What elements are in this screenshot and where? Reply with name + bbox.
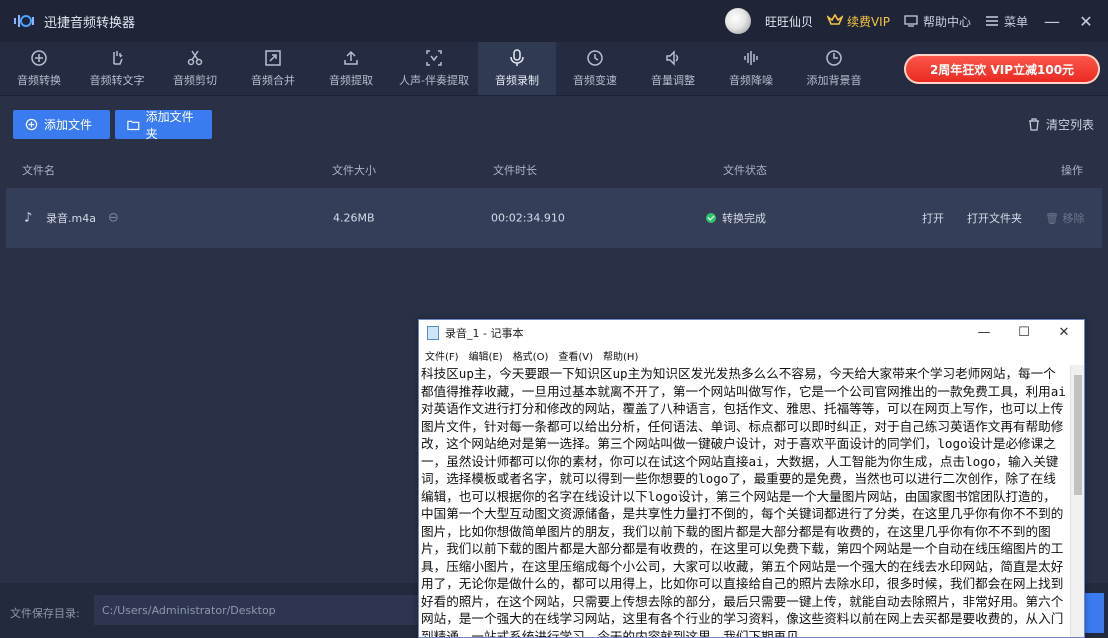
background-icon xyxy=(826,50,842,66)
add-file-button[interactable]: 添加文件 xyxy=(13,110,110,139)
notepad-close-icon[interactable]: ✕ xyxy=(1044,320,1084,346)
close-icon[interactable]: ✕ xyxy=(1076,12,1096,31)
notepad-window: 录音_1 - 记事本 — ☐ ✕ 文件(F) 编辑(E) 格式(O) 查看(V)… xyxy=(418,319,1085,638)
tool-noise-reduce[interactable]: 音频降噪 xyxy=(712,42,790,95)
notepad-minimize-icon[interactable]: — xyxy=(964,320,1004,346)
save-dir-input[interactable]: C:/Users/Administrator/Desktop xyxy=(94,595,424,625)
menu-button[interactable]: 菜单 xyxy=(985,13,1028,30)
app-title: 迅捷音频转换器 xyxy=(44,15,136,31)
header-duration: 文件时长 xyxy=(493,164,537,177)
vip-button[interactable]: 续费VIP xyxy=(826,13,890,30)
clock-icon xyxy=(587,50,603,66)
notepad-menu-view[interactable]: 查看(V) xyxy=(558,348,593,363)
title-bar: 迅捷音频转换器 旺旺仙贝 续费VIP 帮助中心 菜单 — ✕ xyxy=(0,0,1108,42)
tool-audio-speed[interactable]: 音频变速 xyxy=(556,42,634,95)
music-note-icon: ♪ xyxy=(24,210,33,226)
tool-audio-to-text[interactable]: 音频转文字 xyxy=(78,42,156,95)
trash-icon xyxy=(1028,118,1039,131)
menu-icon xyxy=(985,16,998,26)
notepad-menu-edit[interactable]: 编辑(E) xyxy=(469,348,503,363)
start-button[interactable] xyxy=(1084,593,1104,633)
help-label: 帮助中心 xyxy=(922,14,971,29)
notepad-text-area[interactable]: 科技区up主，今天要跟一下知识区up主为知识区发光发热多么么不容易，今天给大家带… xyxy=(419,365,1070,637)
hand-icon xyxy=(113,51,123,65)
notepad-maximize-icon[interactable]: ☐ xyxy=(1004,320,1044,346)
open-folder-button[interactable]: 打开文件夹 xyxy=(967,210,1022,226)
username[interactable]: 旺旺仙贝 xyxy=(765,13,813,30)
file-status: 转换完成 xyxy=(706,210,766,226)
tool-volume-adjust[interactable]: 音量调整 xyxy=(634,42,712,95)
file-duration: 00:02:34.910 xyxy=(491,211,565,225)
volume-icon xyxy=(666,50,679,66)
check-circle-icon xyxy=(706,213,716,223)
notepad-menu-file[interactable]: 文件(F) xyxy=(425,348,459,363)
notepad-title: 录音_1 - 记事本 xyxy=(445,327,524,340)
plus-circle-icon xyxy=(31,50,47,66)
feature-toolbar: 音频转换 音频转文字 音频剪切 音频合并 音频提取 人声-伴奏提取 音频录制 音… xyxy=(0,42,1108,96)
menu-label: 菜单 xyxy=(1003,14,1028,29)
save-dir-label: 文件保存目录: xyxy=(10,607,80,620)
minimize-icon[interactable]: — xyxy=(1042,12,1062,31)
open-button[interactable]: 打开 xyxy=(922,210,944,226)
merge-icon xyxy=(265,50,281,66)
tool-audio-merge[interactable]: 音频合并 xyxy=(234,42,312,95)
notepad-menu-bar: 文件(F) 编辑(E) 格式(O) 查看(V) 帮助(H) xyxy=(419,346,1084,365)
tool-add-background[interactable]: 添加背景音 xyxy=(790,42,878,95)
tool-vocal-extract[interactable]: 人声-伴奏提取 xyxy=(390,42,478,95)
tool-audio-record[interactable]: 音频录制 xyxy=(478,42,556,95)
file-table-header: 文件名 文件大小 文件时长 文件状态 操作 xyxy=(0,154,1108,186)
vip-label: 续费VIP xyxy=(846,14,890,29)
minus-circle-icon[interactable]: ⊖ xyxy=(108,211,119,226)
add-folder-button[interactable]: 添加文件夹 xyxy=(115,110,212,141)
tool-audio-extract[interactable]: 音频提取 xyxy=(312,42,390,95)
vip-crown-icon xyxy=(826,14,843,25)
header-status: 文件状态 xyxy=(723,164,767,177)
notepad-menu-format[interactable]: 格式(O) xyxy=(513,348,549,363)
table-row[interactable]: ♪ 录音.m4a ⊖ 4.26MB 00:02:34.910 转换完成 打开 打… xyxy=(6,188,1102,248)
remove-button[interactable]: 🗑 移除 xyxy=(1045,210,1084,226)
header-ops: 操作 xyxy=(1061,164,1083,177)
plus-circle-icon xyxy=(25,118,38,131)
upload-icon xyxy=(344,50,358,65)
file-size: 4.26MB xyxy=(333,211,375,225)
tool-audio-convert[interactable]: 音频转换 xyxy=(0,42,78,95)
noise-icon xyxy=(744,51,758,65)
tool-audio-cut[interactable]: 音频剪切 xyxy=(156,42,234,95)
header-size: 文件大小 xyxy=(332,164,376,177)
notepad-scrollbar[interactable] xyxy=(1070,365,1084,637)
scissors-icon xyxy=(187,50,203,66)
help-center-button[interactable]: 帮助中心 xyxy=(904,13,971,30)
folder-icon xyxy=(127,120,140,130)
help-icon xyxy=(904,15,918,27)
file-name: 录音.m4a xyxy=(46,212,96,225)
notepad-menu-help[interactable]: 帮助(H) xyxy=(603,348,638,363)
microphone-icon xyxy=(510,49,524,66)
clear-list-button[interactable]: 清空列表 xyxy=(1028,116,1094,133)
voice-icon xyxy=(426,50,442,66)
notepad-icon xyxy=(427,326,439,340)
header-name: 文件名 xyxy=(22,164,55,177)
app-logo-icon xyxy=(12,9,36,33)
avatar[interactable] xyxy=(724,8,751,34)
promo-banner[interactable]: 2周年狂欢 VIP立减100元 xyxy=(904,54,1100,84)
